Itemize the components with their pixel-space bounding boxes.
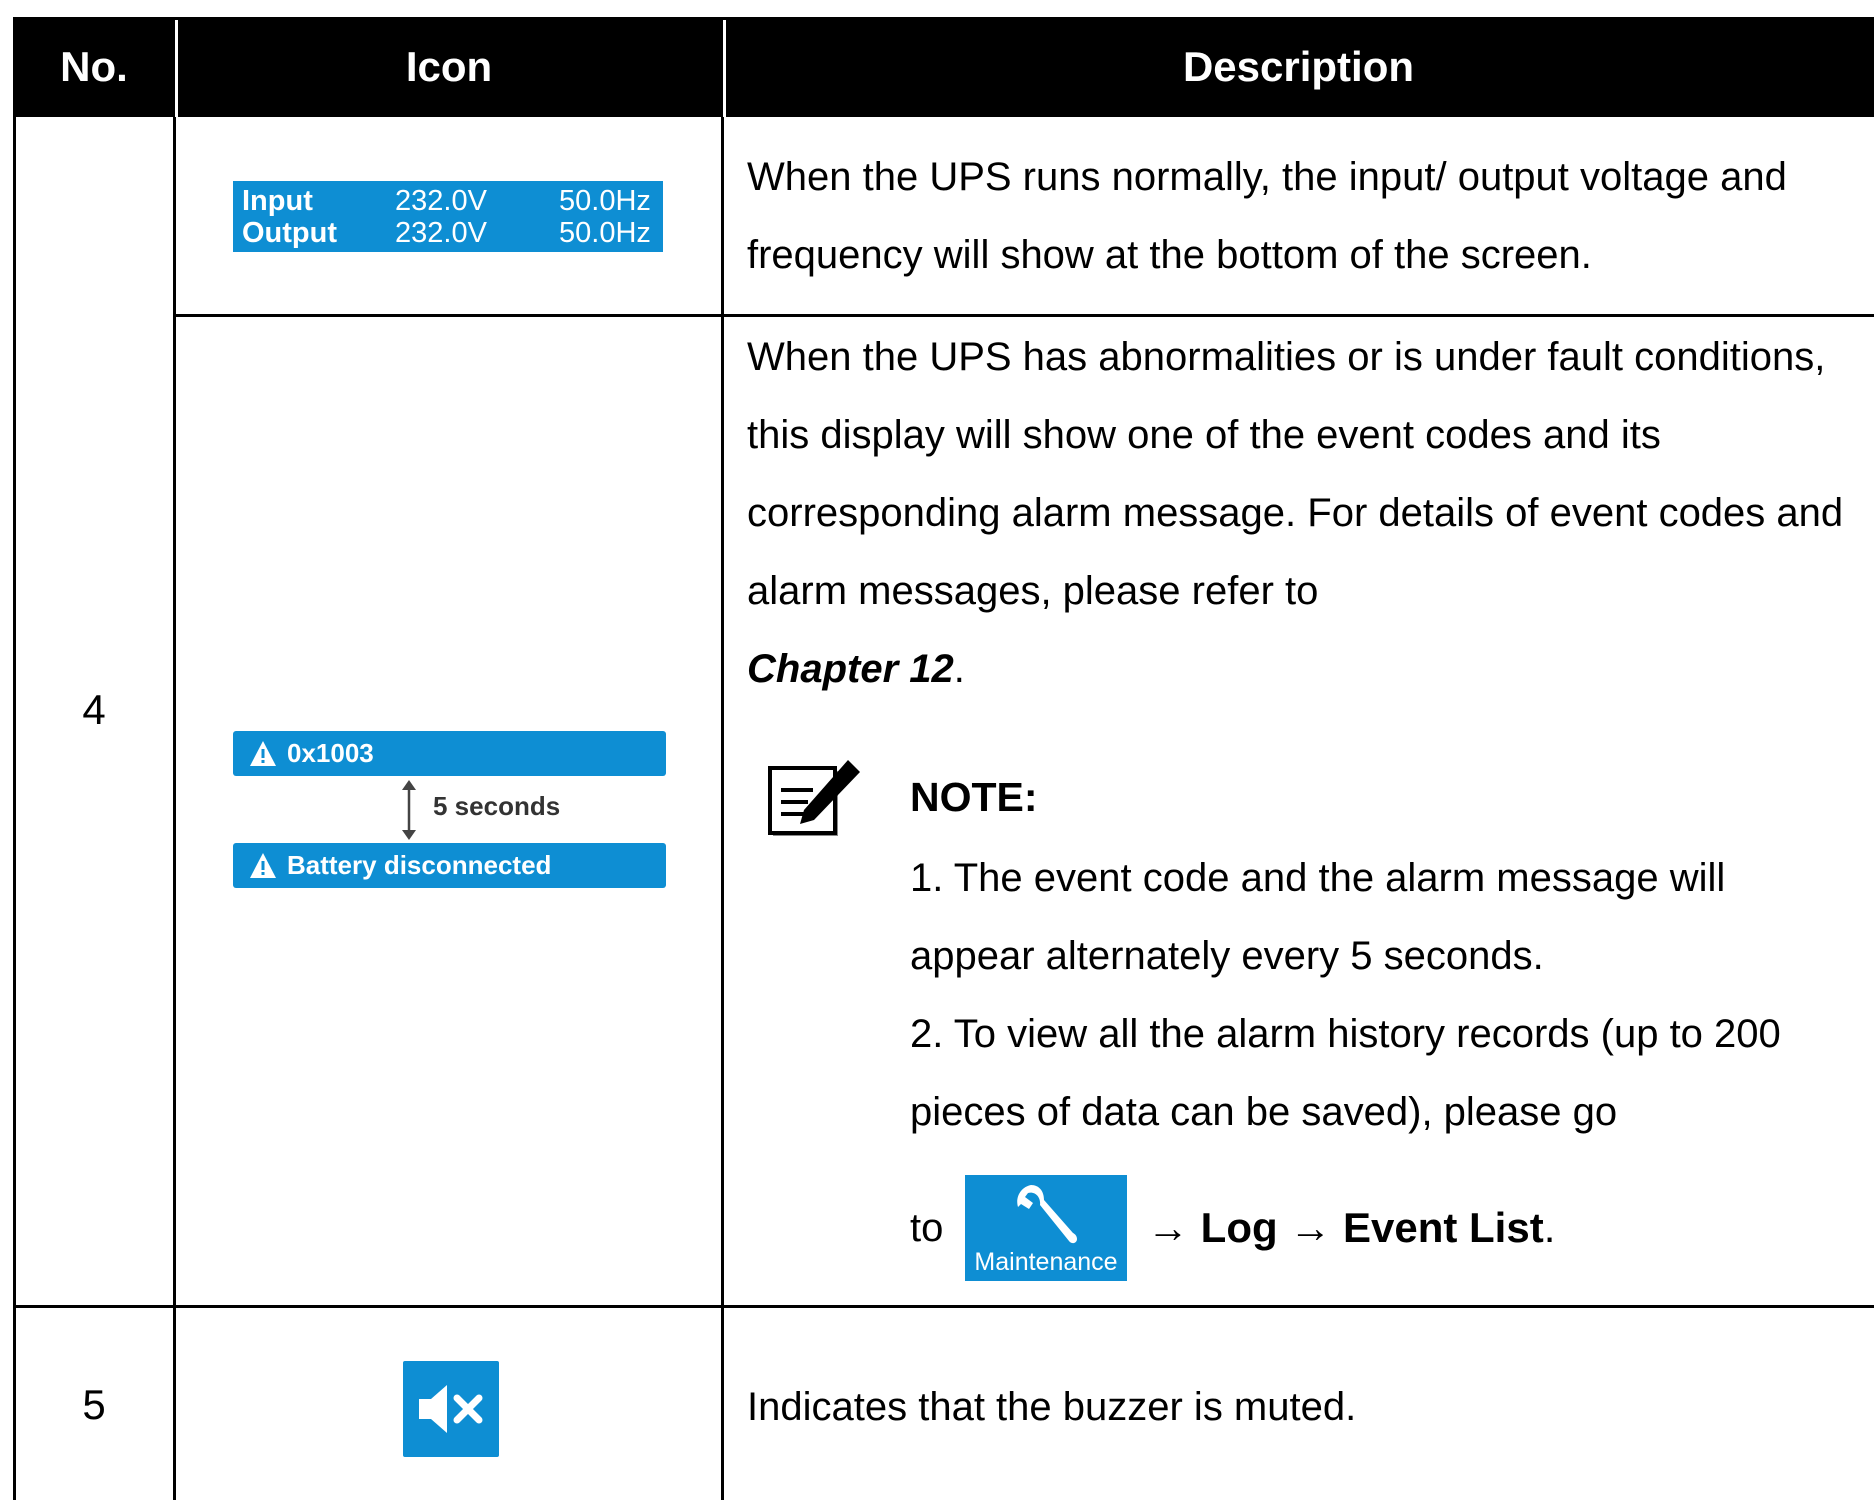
note-to: to [910,1206,944,1250]
input-voltage: 232.0V [395,185,487,217]
menu-path: → Log → Event List. [1147,1204,1556,1251]
header-icon: Icon [405,43,493,90]
event-code-bar: 0x1003 [233,731,666,776]
column-divider-1 [173,117,176,1500]
description-fault: When the UPS has abnormalities or is und… [747,335,1844,691]
wrench-icon [1017,1185,1077,1244]
row-number-4: 4 [82,686,106,733]
column-divider-2 [721,117,724,1500]
interval-label: 5 seconds [433,791,561,821]
note-body: 1. The event code and the alarm message … [910,839,1850,1151]
note-title: NOTE: [910,774,1038,820]
event-code: 0x1003 [287,738,374,768]
input-output-display: Input 232.0V 50.0Hz Output 232.0V 50.0Hz [233,181,663,252]
mute-icon [419,1385,483,1433]
input-label: Input [242,185,313,217]
path-arrow-1: → [1147,1204,1189,1251]
header-divider-1 [175,20,178,117]
description-muted: Indicates that the buzzer is muted. [747,1385,1357,1429]
warning-icon [250,741,276,766]
note-item-1: 1. The event code and the alarm message … [910,856,1726,978]
table-border-left [13,17,16,1500]
chapter-reference: Chapter 12 [747,647,954,691]
note-pencil-icon [768,760,860,836]
path-arrow-2: → [1289,1204,1332,1251]
fault-text: When the UPS has abnormalities or is und… [747,335,1844,613]
double-arrow-icon [402,780,416,840]
row-divider-sub [173,314,1874,317]
note-item-2: 2. To view all the alarm history records… [910,1012,1781,1134]
maintenance-label: Maintenance [974,1248,1118,1276]
header-no: No. [60,43,128,90]
output-voltage: 232.0V [395,217,487,249]
input-frequency: 50.0Hz [559,185,651,217]
output-frequency: 50.0Hz [559,217,651,249]
row-divider-5 [13,1305,1874,1308]
output-label: Output [242,217,338,249]
path-log: Log [1200,1204,1278,1251]
header-divider-2 [723,20,726,117]
alarm-message: Battery disconnected [287,850,552,880]
path-event-list: Event List [1342,1204,1544,1251]
maintenance-button: Maintenance [965,1175,1127,1281]
row-number-5: 5 [82,1381,106,1428]
warning-icon [250,853,276,878]
header-description: Description [1182,43,1415,90]
alarm-message-bar: Battery disconnected [233,843,666,888]
mute-indicator [403,1361,499,1457]
description-normal-run: When the UPS runs normally, the input/ o… [747,155,1787,277]
